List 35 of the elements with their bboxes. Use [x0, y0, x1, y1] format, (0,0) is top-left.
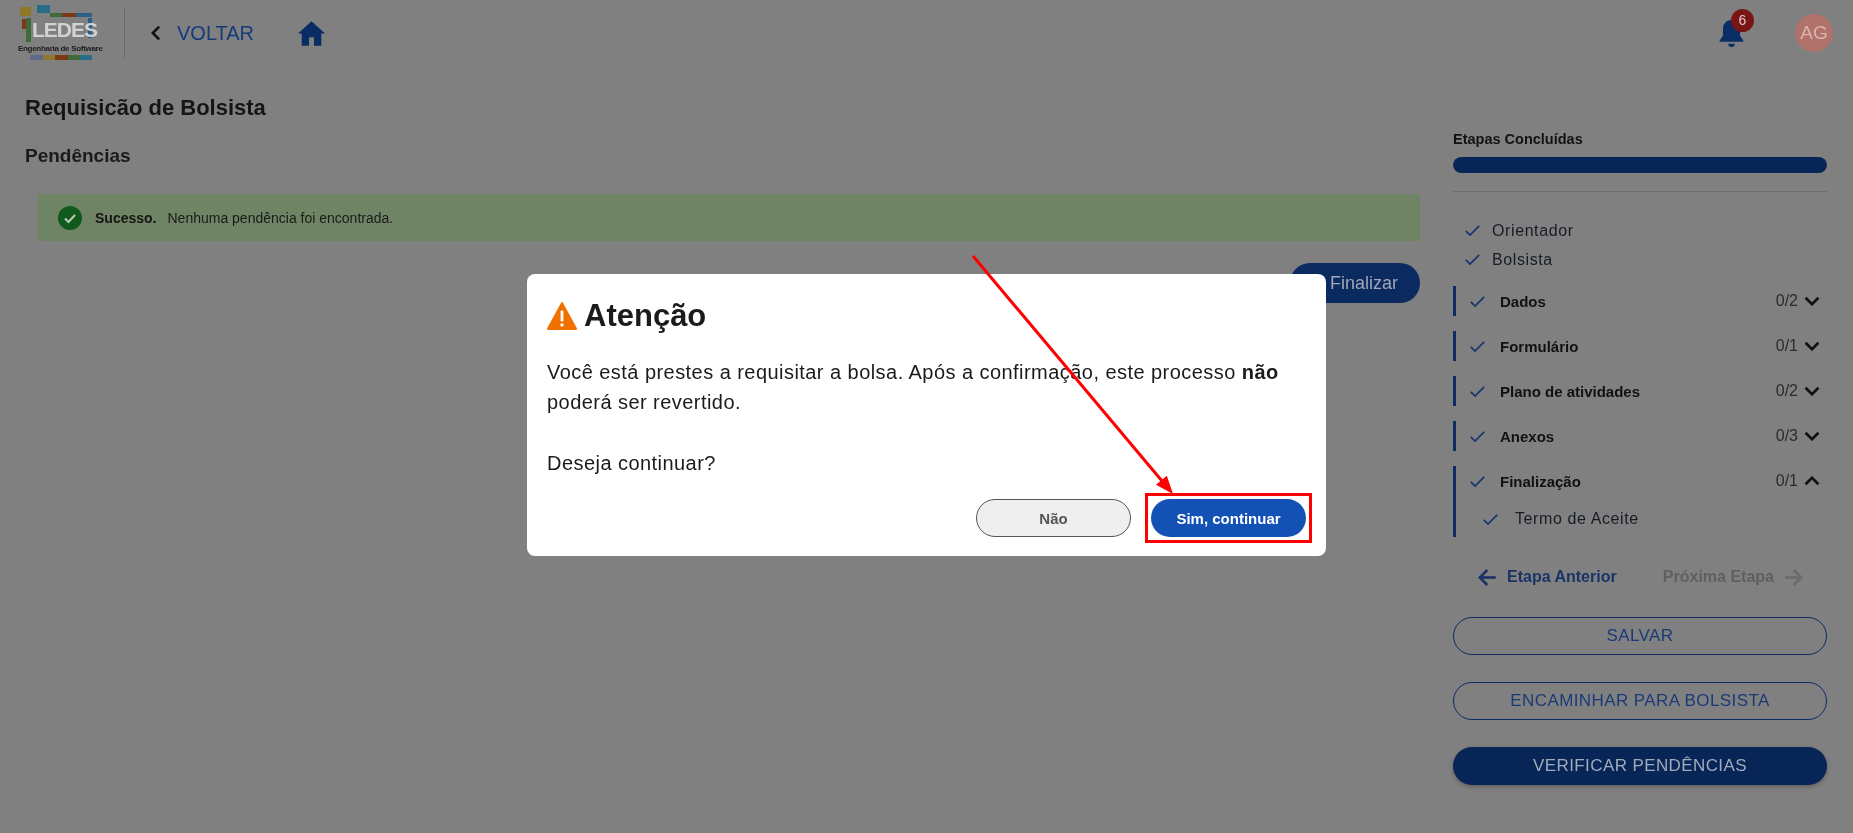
step-count: 0/1 — [1775, 337, 1798, 355]
home-icon[interactable] — [298, 20, 326, 46]
chevron-up-icon[interactable] — [1804, 476, 1820, 486]
primary-button[interactable]: VERIFICAR PENDÊNCIAS — [1453, 747, 1827, 785]
chevron-down-icon[interactable] — [1804, 431, 1820, 441]
step-label[interactable]: Bolsista — [1492, 250, 1553, 269]
step-group-title[interactable]: Finalização — [1500, 472, 1761, 490]
chevron-down-icon[interactable] — [1804, 386, 1820, 396]
logo-subtitle: Engenharia de Software — [18, 44, 103, 54]
confirm-button[interactable]: Sim, continuar — [1151, 499, 1306, 537]
page-title: Requisicão de Bolsista — [25, 94, 267, 122]
alert-title: Sucesso. — [95, 209, 157, 226]
chevron-down-icon[interactable] — [1804, 341, 1820, 351]
cancel-button[interactable]: Não — [976, 499, 1131, 537]
alert-message: Nenhuma pendência foi encontrada. — [167, 209, 394, 226]
sidebar-title: Etapas Concluídas — [1453, 130, 1584, 148]
dialog-question: Deseja continuar? — [547, 451, 717, 476]
step-group-title[interactable]: Dados — [1500, 292, 1761, 310]
chevron-left-icon — [151, 25, 161, 41]
step-group-title[interactable]: Plano de atividades — [1500, 382, 1761, 400]
notification-badge: 6 — [1731, 8, 1754, 32]
section-title: Pendências — [25, 144, 132, 168]
step-label[interactable]: Orientador — [1492, 221, 1574, 240]
step-label[interactable]: Termo de Aceite — [1515, 510, 1639, 528]
step-count: 0/3 — [1775, 427, 1798, 445]
step-count: 0/2 — [1775, 292, 1798, 310]
arrow-left-icon — [1478, 568, 1497, 586]
chevron-down-icon[interactable] — [1804, 296, 1820, 306]
step-count: 0/1 — [1775, 472, 1798, 490]
step-group-title[interactable]: Formulário — [1500, 337, 1761, 355]
back-link[interactable]: VOLTAR — [151, 21, 255, 45]
dialog-title: Atenção — [584, 299, 707, 333]
step-group-title[interactable]: Anexos — [1500, 427, 1761, 445]
previous-step-link[interactable]: Etapa Anterior — [1478, 568, 1617, 586]
step-count: 0/2 — [1775, 382, 1798, 400]
